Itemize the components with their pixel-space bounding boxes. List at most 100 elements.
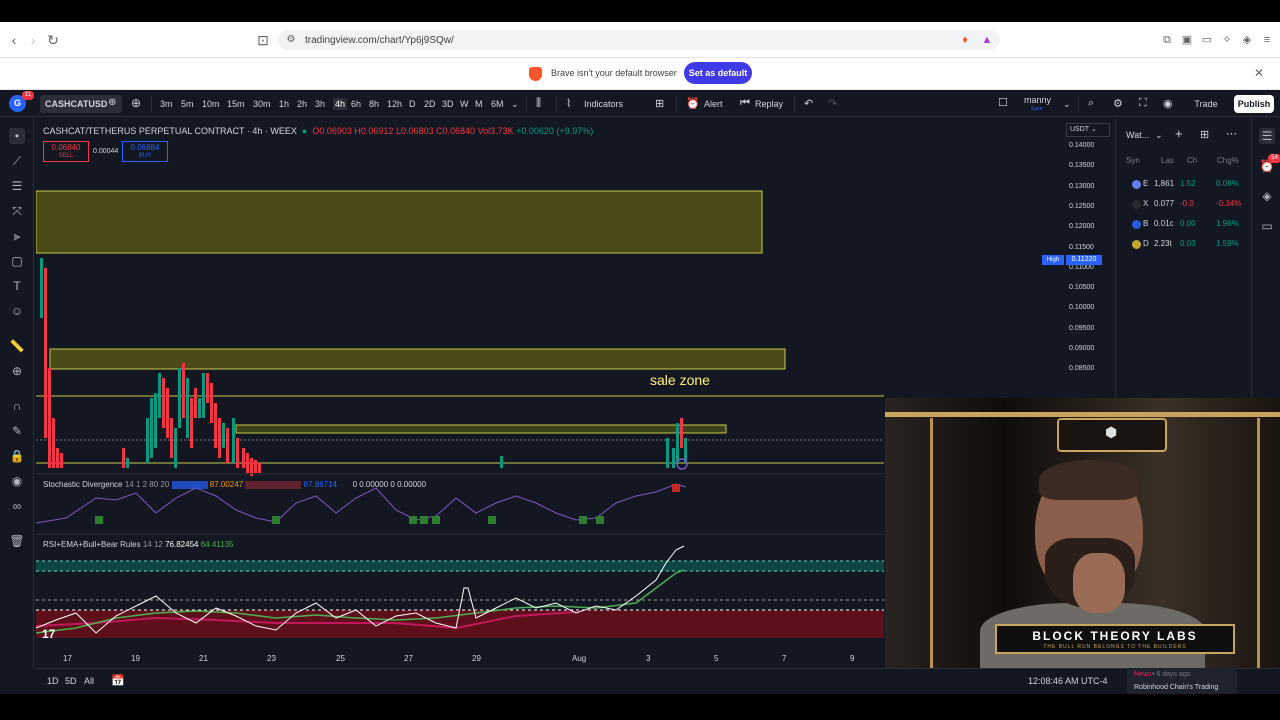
watchlist-row[interactable]: B 0.01c 0.00 1.96% bbox=[1116, 215, 1250, 233]
alert-button[interactable]: Alert bbox=[704, 99, 723, 109]
text-icon[interactable]: T bbox=[9, 278, 25, 294]
range-5d[interactable]: 5D bbox=[65, 676, 77, 686]
interval-1h[interactable]: 1h bbox=[279, 99, 289, 109]
brave-rewards-icon[interactable]: ▲ bbox=[980, 33, 994, 47]
compare-icon[interactable]: ⊕ bbox=[108, 97, 116, 108]
buy-button[interactable]: 0.06884 BUY bbox=[122, 141, 168, 162]
cursor-icon[interactable]: • bbox=[9, 128, 25, 144]
shapes-icon[interactable]: ▢ bbox=[9, 253, 25, 269]
back-icon[interactable]: ‹ bbox=[5, 31, 23, 49]
interval-3h[interactable]: 3h bbox=[315, 99, 325, 109]
brave-shields-icon[interactable]: ♦ bbox=[958, 33, 972, 47]
interval-3m[interactable]: 3m bbox=[160, 99, 173, 109]
link-icon[interactable]: ∞ bbox=[9, 498, 25, 514]
close-icon[interactable]: ✕ bbox=[1254, 66, 1264, 80]
col-change[interactable]: Ch bbox=[1187, 156, 1197, 165]
col-symbol[interactable]: Syn bbox=[1126, 156, 1140, 165]
search-icon[interactable]: ⌕ bbox=[1088, 97, 1094, 110]
candle bbox=[202, 373, 205, 418]
interval-12h[interactable]: 12h bbox=[387, 99, 402, 109]
interval-2D[interactable]: 2D bbox=[424, 99, 436, 109]
advanced-view-icon[interactable]: ⊞ bbox=[1200, 128, 1209, 141]
stochastic-legend[interactable]: Stochastic Divergence 14 1 2 80 20 87.00… bbox=[43, 480, 426, 489]
trash-icon[interactable]: 🗑 bbox=[9, 533, 25, 549]
chevron-down-icon[interactable]: ⌄ bbox=[511, 99, 519, 110]
watchlist-title[interactable]: Wat... bbox=[1126, 130, 1149, 140]
calendar-icon[interactable]: 📅 bbox=[111, 674, 125, 687]
extensions-icon[interactable]: ⧉ bbox=[1160, 33, 1174, 47]
trade-button[interactable]: Trade bbox=[1190, 95, 1222, 113]
rsi-legend[interactable]: RSI+EMA+Bull+Bear Rules 14 12 76.82454 6… bbox=[43, 540, 234, 549]
layout-square-icon[interactable]: ☐ bbox=[998, 96, 1008, 109]
user-name[interactable]: manny bbox=[1024, 95, 1051, 105]
leo-icon[interactable]: ✧ bbox=[1220, 33, 1234, 47]
undo-icon[interactable]: ↶ bbox=[804, 97, 813, 110]
brush-icon[interactable]: ✎ bbox=[9, 423, 25, 439]
redo-icon[interactable]: ↷ bbox=[828, 97, 837, 110]
vpn-icon[interactable]: ◈ bbox=[1240, 33, 1254, 47]
layers-icon[interactable]: ◈ bbox=[1259, 188, 1275, 204]
wallet-icon[interactable]: ▭ bbox=[1200, 33, 1214, 47]
interval-6M[interactable]: 6M bbox=[491, 99, 504, 109]
interval-8h[interactable]: 8h bbox=[369, 99, 379, 109]
pattern-icon[interactable]: ⤧ bbox=[9, 203, 25, 219]
settings-icon[interactable]: ⚙ bbox=[1113, 97, 1123, 110]
menu-icon[interactable]: ≡ bbox=[1260, 33, 1274, 47]
set-default-button[interactable]: Set as default bbox=[684, 62, 752, 84]
layouts-icon[interactable]: ⊞ bbox=[655, 97, 664, 110]
candle-type-icon[interactable]: ⫼ bbox=[536, 97, 541, 110]
divider bbox=[794, 96, 795, 112]
watchlist-icon[interactable]: ☰ bbox=[1259, 128, 1275, 144]
forecast-icon[interactable]: ⫸ bbox=[9, 228, 25, 244]
chevron-down-icon[interactable]: ⌄ bbox=[1155, 130, 1163, 141]
currency-selector[interactable]: USDT ⌄ bbox=[1066, 123, 1110, 137]
interval-15m[interactable]: 15m bbox=[227, 99, 245, 109]
interval-10m[interactable]: 10m bbox=[202, 99, 220, 109]
emoji-icon[interactable]: ☺ bbox=[9, 303, 25, 319]
interval-5m[interactable]: 5m bbox=[181, 99, 194, 109]
watchlist-row[interactable]: E 1,861 1.52 0.08% bbox=[1116, 175, 1250, 193]
alert-icon[interactable]: ⏰ bbox=[686, 97, 700, 110]
watchlist-row[interactable]: X 0.077 -0.0 -0.34% bbox=[1116, 195, 1250, 213]
magnet-icon[interactable]: ∩ bbox=[9, 398, 25, 414]
chat-icon[interactable]: ▭ bbox=[1259, 218, 1275, 234]
trend-line-icon[interactable]: ⟋ bbox=[9, 153, 25, 169]
add-symbol-icon[interactable]: ⊕ bbox=[131, 96, 141, 110]
interval-6h[interactable]: 6h bbox=[351, 99, 361, 109]
clock[interactable]: 12:08:46 AM UTC-4 bbox=[1028, 676, 1108, 686]
indicators-button[interactable]: Indicators bbox=[584, 99, 623, 109]
replay-icon[interactable]: ⏮ bbox=[740, 97, 750, 110]
forward-icon[interactable]: › bbox=[24, 31, 42, 49]
fib-icon[interactable]: ☰ bbox=[9, 178, 25, 194]
range-all[interactable]: All bbox=[84, 676, 94, 686]
sell-button[interactable]: 0.06840 SELL bbox=[43, 141, 89, 162]
sidebar-icon[interactable]: ▣ bbox=[1180, 33, 1194, 47]
col-change-pct[interactable]: Chg% bbox=[1217, 156, 1239, 165]
col-last[interactable]: Las bbox=[1161, 156, 1174, 165]
interval-3D[interactable]: 3D bbox=[442, 99, 454, 109]
camera-icon[interactable]: ◉ bbox=[1163, 97, 1173, 110]
replay-button[interactable]: Replay bbox=[755, 99, 783, 109]
watchlist-row[interactable]: D 2.23t 0.03 1.59% bbox=[1116, 235, 1250, 253]
lock-icon[interactable]: 🔒 bbox=[9, 448, 25, 464]
legend-title[interactable]: CASHCAT/TETHERUS PERPETUAL CONTRACT · 4h… bbox=[43, 126, 297, 136]
fullscreen-icon[interactable]: ⛶ bbox=[1139, 97, 1147, 110]
interval-2h[interactable]: 2h bbox=[297, 99, 307, 109]
range-1d[interactable]: 1D bbox=[47, 676, 59, 686]
zoom-icon[interactable]: ⊕ bbox=[9, 363, 25, 379]
interval-30m[interactable]: 30m bbox=[253, 99, 271, 109]
more-icon[interactable]: ⋯ bbox=[1226, 127, 1237, 140]
reload-icon[interactable]: ↻ bbox=[44, 31, 62, 49]
ruler-icon[interactable]: 📏 bbox=[9, 338, 25, 354]
bookmark-icon[interactable]: ⊡ bbox=[254, 31, 272, 49]
site-info-icon[interactable]: ⚙ bbox=[282, 31, 300, 49]
chevron-down-icon[interactable]: ⌄ bbox=[1063, 99, 1071, 110]
interval-4h[interactable]: 4h bbox=[333, 98, 348, 110]
publish-button[interactable]: Publish bbox=[1234, 95, 1274, 113]
interval-D[interactable]: D bbox=[409, 99, 416, 109]
indicators-icon[interactable]: ⌇ bbox=[566, 97, 571, 110]
add-symbol-icon[interactable]: + bbox=[1175, 126, 1183, 141]
interval-W[interactable]: W bbox=[460, 99, 469, 109]
interval-M[interactable]: M bbox=[475, 99, 483, 109]
eye-icon[interactable]: ◉ bbox=[9, 473, 25, 489]
